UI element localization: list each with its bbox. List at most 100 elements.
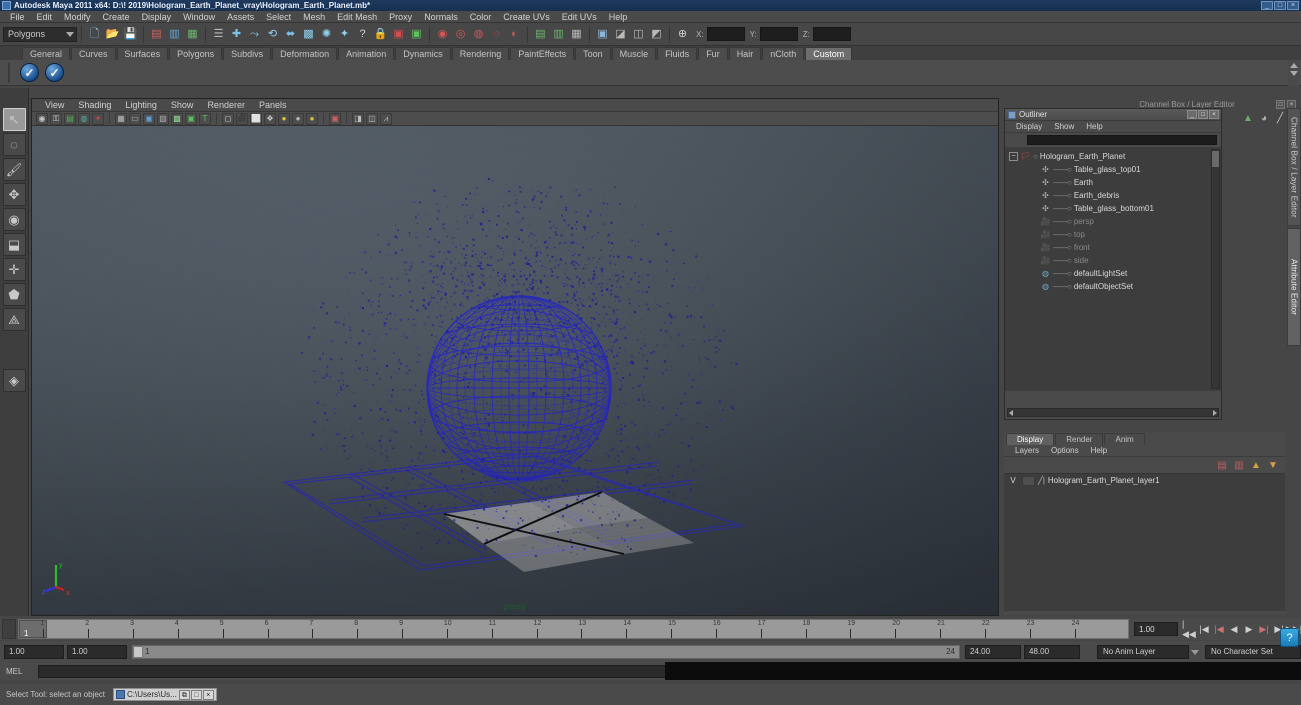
layer-menu-help[interactable]: Help — [1085, 446, 1113, 455]
grid-toggle-icon[interactable]: ▦ — [115, 112, 127, 125]
step-forward-frame-button[interactable]: ▶| — [1257, 621, 1271, 637]
keyframe-icon[interactable]: ✦ — [92, 112, 104, 125]
time-slider-lock-button[interactable] — [2, 619, 16, 639]
playback-end-field[interactable]: 24.00 — [965, 644, 1021, 659]
last-tool[interactable] — [2, 333, 26, 356]
check-blue-icon[interactable]: ✓ — [20, 63, 39, 82]
chevron-down-icon[interactable] — [1289, 71, 1298, 76]
new-scene-icon[interactable]: 🗋 — [86, 26, 103, 43]
open-scene-icon[interactable]: 📂 — [104, 26, 121, 43]
tool-settings-toggle-icon[interactable]: ◪ — [612, 26, 629, 43]
shelf-tab-curves[interactable]: Curves — [71, 47, 116, 60]
menu-item-create[interactable]: Create — [97, 11, 136, 23]
hypershade-icon[interactable]: ◌ — [488, 26, 505, 43]
menu-item-help[interactable]: Help — [603, 11, 634, 23]
curve-snap-icon[interactable]: ⤳ — [246, 26, 263, 43]
outliner-vertical-scrollbar[interactable] — [1211, 149, 1220, 389]
select-tool[interactable]: ↖ — [2, 108, 26, 131]
layer-visibility-toggle[interactable]: V — [1007, 476, 1019, 485]
batch-render-icon[interactable]: ◩ — [648, 26, 665, 43]
render-view-icon[interactable]: ▣ — [408, 26, 425, 43]
flat-shade-icon[interactable]: ⬜ — [250, 112, 262, 125]
expand-collapse-icon[interactable]: − — [1009, 152, 1018, 161]
animation-end-field[interactable]: 48.00 — [1024, 644, 1080, 659]
attribute-editor-toggle-icon[interactable]: ▣ — [594, 26, 611, 43]
close-button[interactable]: × — [202, 689, 214, 700]
dock-tab-attribute-editor[interactable]: Attribute Editor — [1287, 228, 1301, 346]
go-to-start-button[interactable]: |◀◀ — [1182, 619, 1196, 639]
shelf-tab-painteffects[interactable]: PaintEffects — [510, 47, 575, 60]
menu-item-normals[interactable]: Normals — [418, 11, 464, 23]
range-start-field[interactable]: 1.00 — [4, 644, 64, 659]
rebuild-icon[interactable]: ▦ — [184, 26, 201, 43]
taskbar-window-button[interactable]: C:\Users\Us... ⧉ □ × — [113, 688, 217, 701]
outliner-item[interactable]: 🎥 ——○ top — [1005, 228, 1221, 241]
play-backwards-button[interactable]: ◀ — [1227, 621, 1241, 637]
paint-select-tool[interactable]: 🖌 — [2, 158, 26, 181]
shelf-tab-animation[interactable]: Animation — [338, 47, 395, 60]
film-gate-icon[interactable]: ▭ — [129, 112, 141, 125]
outliner-item[interactable]: ◍ ——○ defaultObjectSet — [1005, 280, 1221, 293]
open-render-view-icon[interactable]: ◫ — [630, 26, 647, 43]
layout-preset-tool[interactable]: ◈ — [2, 369, 26, 392]
maximize-button[interactable]: □ — [190, 689, 202, 700]
shelf-tab-dynamics[interactable]: Dynamics — [395, 47, 451, 60]
outliner-item[interactable]: − 🏳 ○ Hologram_Earth_Planet — [1005, 150, 1221, 163]
render-settings-icon[interactable]: ◍ — [470, 26, 487, 43]
taskbar-window-controls[interactable]: ⧉ □ × — [178, 689, 214, 700]
close-button[interactable]: × — [1209, 110, 1219, 119]
menu-item-color[interactable]: Color — [464, 11, 498, 23]
outliner-window-controls[interactable]: _ □ × — [1187, 110, 1221, 119]
layer-down-icon[interactable]: ▼ — [1267, 459, 1279, 471]
outliner-menu-help[interactable]: Help — [1080, 122, 1108, 131]
ipr-render-icon[interactable]: ◉ — [434, 26, 451, 43]
maximize-button[interactable]: □ — [1198, 110, 1208, 119]
shelf-scroll-controls[interactable] — [1288, 60, 1299, 86]
layer-editor-tab-anim[interactable]: Anim — [1104, 433, 1145, 445]
outliner-item[interactable]: ◍ ——○ defaultLightSet — [1005, 267, 1221, 280]
scrollbar-thumb[interactable] — [1212, 151, 1219, 167]
step-back-frame-button[interactable]: |◀ — [1212, 621, 1226, 637]
menu-item-select[interactable]: Select — [260, 11, 297, 23]
rotate-tool[interactable]: ◉ — [2, 208, 26, 231]
chevron-left-icon[interactable] — [1009, 409, 1013, 416]
toggle-icon[interactable]: ▥ — [550, 26, 567, 43]
shelf-tab-general[interactable]: General — [22, 47, 71, 60]
grid-snap-icon[interactable]: ⬌ — [282, 26, 299, 43]
menu-item-create-uvs[interactable]: Create UVs — [497, 11, 556, 23]
close-button[interactable]: × — [1287, 1, 1299, 10]
viewport-menu-lighting[interactable]: Lighting — [118, 99, 164, 112]
outliner-menu-show[interactable]: Show — [1048, 122, 1080, 131]
book-icon[interactable]: ▤ — [64, 112, 76, 125]
show-manip-icon[interactable]: ▤ — [532, 26, 549, 43]
menu-item-mesh[interactable]: Mesh — [297, 11, 331, 23]
outliner-horizontal-scrollbar[interactable] — [1007, 408, 1219, 417]
light-one-icon[interactable]: ● — [278, 112, 290, 125]
anim-layer-dropdown[interactable]: No Anim Layer — [1097, 644, 1199, 659]
render-region-icon[interactable]: ◐ — [506, 26, 523, 43]
clock-icon[interactable]: ◕ — [1258, 112, 1270, 124]
help-button[interactable]: ? — [1280, 628, 1299, 647]
menu-item-edit[interactable]: Edit — [31, 11, 59, 23]
manip-mode-icon[interactable]: ⊕ — [674, 26, 691, 43]
check-blue-icon[interactable]: ✓ — [45, 63, 64, 82]
menu-item-window[interactable]: Window — [177, 11, 221, 23]
chevron-up-icon[interactable] — [1289, 63, 1298, 68]
menu-item-modify[interactable]: Modify — [58, 11, 97, 23]
ipr-icon[interactable]: ◍ — [78, 112, 90, 125]
select-camera-icon[interactable]: ◉ — [36, 112, 48, 125]
text-icon[interactable]: T — [199, 112, 211, 125]
menu-item-edit-uvs[interactable]: Edit UVs — [556, 11, 603, 23]
layer-menu-options[interactable]: Options — [1045, 446, 1085, 455]
menu-item-assets[interactable]: Assets — [221, 11, 260, 23]
outliner-search-input[interactable] — [1027, 135, 1217, 145]
outliner-menu-display[interactable]: Display — [1010, 122, 1048, 131]
render-globals-icon[interactable]: ◎ — [452, 26, 469, 43]
shelf-tab-surfaces[interactable]: Surfaces — [116, 47, 169, 60]
viewport-menu-renderer[interactable]: Renderer — [200, 99, 252, 112]
lasso-tool[interactable]: ◌ — [2, 133, 26, 156]
point-snap-icon[interactable]: ⟲ — [264, 26, 281, 43]
window-controls[interactable]: _ □ × — [1261, 1, 1299, 10]
select-hierarchy-icon[interactable]: ☰ — [210, 26, 227, 43]
menu-item-display[interactable]: Display — [136, 11, 178, 23]
